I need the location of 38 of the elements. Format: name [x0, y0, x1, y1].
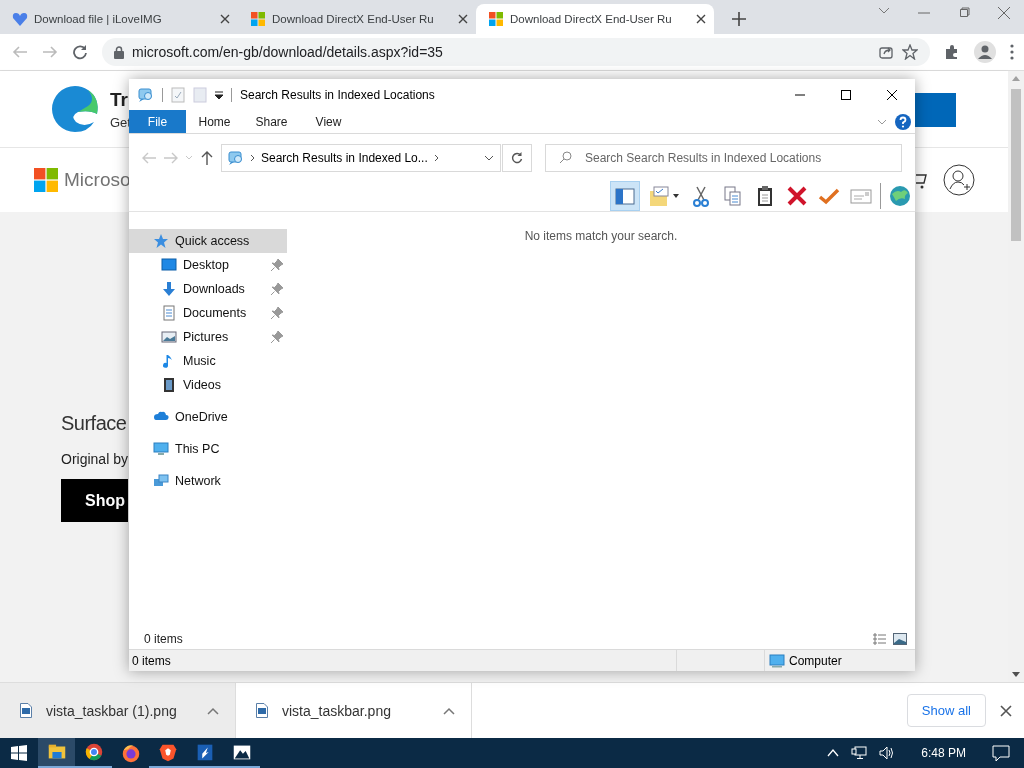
nav-item[interactable]: Downloads: [129, 277, 287, 301]
ribbon-tab[interactable]: View: [300, 110, 357, 133]
ribbon-tab[interactable]: Share: [243, 110, 300, 133]
nav-item[interactable]: Music: [129, 349, 287, 373]
shop-button[interactable]: Shop: [61, 479, 128, 522]
nav-item[interactable]: Quick access: [129, 229, 287, 253]
tab-title: Download DirectX End-User Ru: [272, 13, 435, 25]
address-bar[interactable]: microsoft.com/en-gb/download/details.aspx?id=35: [102, 38, 930, 66]
status-count: 0 items: [132, 653, 171, 668]
download-item[interactable]: vista_taskbar (1).png: [0, 683, 236, 738]
nav-item[interactable]: Network: [129, 469, 287, 493]
empty-message: No items match your search.: [524, 229, 678, 243]
show-all-button[interactable]: Show all: [906, 694, 986, 727]
search-field[interactable]: Search Search Results in Indexed Locations: [545, 143, 902, 172]
ribbon-tab[interactable]: Home: [186, 110, 243, 133]
tab-title: Download DirectX End-User Ru: [510, 13, 673, 25]
nav-item[interactable]: Documents: [129, 301, 287, 325]
hero-title: Surface: [61, 412, 127, 435]
window-title: Search Results in Indexed Locations: [240, 87, 435, 102]
nav-item[interactable]: Pictures: [129, 325, 287, 349]
nav-item[interactable]: Desktop: [129, 253, 287, 277]
address-field[interactable]: Search Results in Indexed Lo...: [221, 143, 501, 172]
tab-title: Download file | iLoveIMG: [34, 13, 163, 25]
nav-item[interactable]: OneDrive: [129, 405, 287, 429]
item-count: 0 items: [144, 632, 184, 646]
clock[interactable]: 6:48 PM: [921, 746, 966, 760]
ribbon-tab[interactable]: File: [129, 110, 186, 133]
status-location: Computer: [789, 653, 842, 668]
browser-tab[interactable]: Download DirectX End-User Ru: [476, 4, 714, 34]
file-name: vista_taskbar.png: [282, 702, 392, 719]
hero-text: Original by: [61, 451, 128, 467]
file-name: vista_taskbar (1).png: [46, 702, 178, 719]
nav-item[interactable]: This PC: [129, 437, 287, 461]
brand-name: Microso: [64, 169, 131, 191]
browser-tab[interactable]: Download DirectX End-User Ru: [238, 4, 476, 34]
promo-title: Tr: [110, 88, 129, 111]
browser-tab[interactable]: Download file | iLoveIMG: [0, 4, 238, 34]
nav-item[interactable]: Videos: [129, 373, 287, 397]
